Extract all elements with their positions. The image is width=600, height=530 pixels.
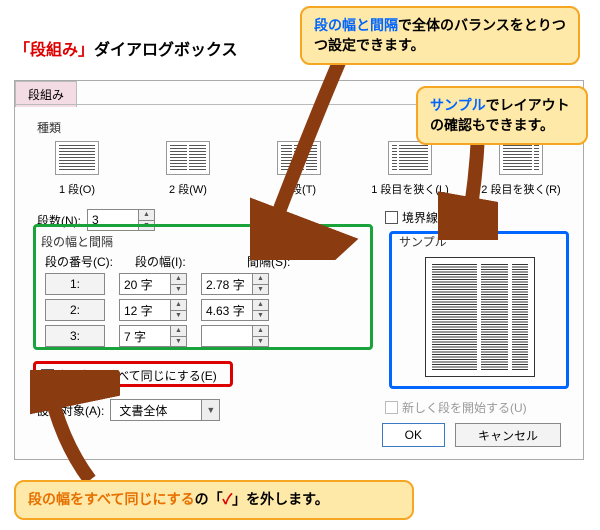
apply-to-select[interactable]: 文書全体 ▼ (110, 399, 220, 421)
count-label: 段数(N): (37, 212, 81, 229)
apply-to-label: 設定対象(A): (37, 402, 104, 419)
row2-num: 2: (45, 299, 105, 321)
preset-2col[interactable]: 2 段(W) (148, 141, 228, 197)
preset-1col[interactable]: 1 段(O) (37, 141, 117, 197)
row3-num: 3: (45, 325, 105, 347)
page-title: 「段組み」ダイアログボックス (14, 36, 238, 60)
preset-label: 1 段(O) (37, 181, 117, 197)
sample-preview (410, 253, 550, 381)
preset-icon (388, 141, 432, 175)
preset-label: 1 段目を狭く(L) (370, 181, 450, 197)
row1-gap-stepper[interactable]: ▲▼ (201, 273, 269, 295)
sample-label: サンプル (399, 233, 447, 250)
width-row-3: 3: ▲▼ ▲▼ (45, 325, 269, 347)
stepper-buttons[interactable]: ▲▼ (138, 210, 154, 230)
preset-label: 2 段目を狭く(R) (481, 181, 561, 197)
row2-gap-stepper[interactable]: ▲▼ (201, 299, 269, 321)
row1-width-input[interactable] (120, 274, 170, 294)
chevron-down-icon: ▼ (201, 400, 219, 420)
kind-label: 種類 (37, 119, 61, 136)
count-stepper[interactable]: ▲▼ (87, 209, 155, 231)
callout-uncheck-mid: の「 (195, 491, 223, 507)
checkbox-box (41, 369, 54, 382)
row3-gap-stepper[interactable]: ▲▼ (201, 325, 269, 347)
preset-icon (166, 141, 210, 175)
equal-width-row: 段の幅をすべて同じにする(E) (41, 367, 217, 384)
stepper-buttons[interactable]: ▲▼ (252, 300, 268, 320)
row2-width-input[interactable] (120, 300, 170, 320)
widths-group-label: 段の幅と間隔 (41, 233, 113, 250)
preset-icon (277, 141, 321, 175)
apply-to-row: 設定対象(A): 文書全体 ▼ (37, 399, 220, 421)
row2-gap-input[interactable] (202, 300, 252, 320)
width-row-2: 2: ▲▼ ▲▼ (45, 299, 269, 321)
equal-width-checkbox[interactable]: 段の幅をすべて同じにする(E) (41, 367, 217, 384)
callout-uncheck: 段の幅をすべて同じにするの「✓」を外します。 (14, 480, 414, 520)
callout-uncheck-check: ✓ (223, 491, 233, 507)
preset-icon (499, 141, 543, 175)
equal-width-label: 段の幅をすべて同じにする(E) (58, 367, 217, 384)
stepper-buttons[interactable]: ▲▼ (170, 300, 186, 320)
preset-label: 2 段(W) (148, 181, 228, 197)
col-gap-head: 間隔(S): (247, 253, 290, 270)
border-label: 境界線を引く(B) (402, 209, 490, 226)
preset-row: 1 段(O) 2 段(W) 3 段(T) 1 段目を狭く(L) 2 段目を狭く(… (37, 141, 561, 197)
preset-label: 3 段(T) (259, 181, 339, 197)
preset-icon (55, 141, 99, 175)
row1-width-stepper[interactable]: ▲▼ (119, 273, 187, 295)
stepper-buttons[interactable]: ▲▼ (170, 326, 186, 346)
title-rest: ダイアログボックス (94, 42, 238, 59)
row1-num: 1: (45, 273, 105, 295)
preset-3col[interactable]: 3 段(T) (259, 141, 339, 197)
stepper-buttons[interactable]: ▲▼ (252, 326, 268, 346)
col-num-head: 段の番号(C): (45, 253, 113, 270)
callout-sample: サンプルでレイアウトの確認もできます。 (416, 86, 588, 145)
checkbox-box (385, 211, 398, 224)
new-column-row: 新しく段を開始する(U) (385, 399, 527, 416)
new-column-label: 新しく段を開始する(U) (402, 399, 527, 416)
callout-sample-key: サンプル (430, 97, 486, 113)
row3-width-input[interactable] (120, 326, 170, 346)
col-width-head: 段の幅(I): (135, 253, 186, 270)
column-count-row: 段数(N): ▲▼ (37, 209, 155, 231)
callout-uncheck-end: 」を外します。 (232, 491, 329, 507)
preset-right-narrow[interactable]: 2 段目を狭く(R) (481, 141, 561, 197)
checkbox-box (385, 401, 398, 414)
dialog-buttons: OK キャンセル (382, 423, 561, 447)
stepper-buttons[interactable]: ▲▼ (252, 274, 268, 294)
row3-gap-input[interactable] (202, 326, 252, 346)
row1-gap-input[interactable] (202, 274, 252, 294)
callout-uncheck-key: 段の幅をすべて同じにする (28, 491, 195, 507)
preset-left-narrow[interactable]: 1 段目を狭く(L) (370, 141, 450, 197)
callout-widths-key: 段の幅と間隔 (314, 17, 398, 33)
count-input[interactable] (88, 210, 138, 230)
border-row: 境界線を引く(B) (385, 209, 490, 226)
callout-widths: 段の幅と間隔で全体のバランスをとりつつ設定できます。 (300, 6, 580, 65)
new-column-checkbox: 新しく段を開始する(U) (385, 399, 527, 416)
cancel-button[interactable]: キャンセル (455, 423, 561, 447)
sample-page-icon (425, 257, 535, 377)
row3-width-stepper[interactable]: ▲▼ (119, 325, 187, 347)
ok-button[interactable]: OK (382, 423, 445, 447)
title-quoted: 「段組み」 (14, 42, 94, 59)
row2-width-stepper[interactable]: ▲▼ (119, 299, 187, 321)
apply-to-value: 文書全体 (111, 402, 201, 419)
stepper-buttons[interactable]: ▲▼ (170, 274, 186, 294)
border-checkbox[interactable]: 境界線を引く(B) (385, 209, 490, 226)
width-row-1: 1: ▲▼ ▲▼ (45, 273, 269, 295)
